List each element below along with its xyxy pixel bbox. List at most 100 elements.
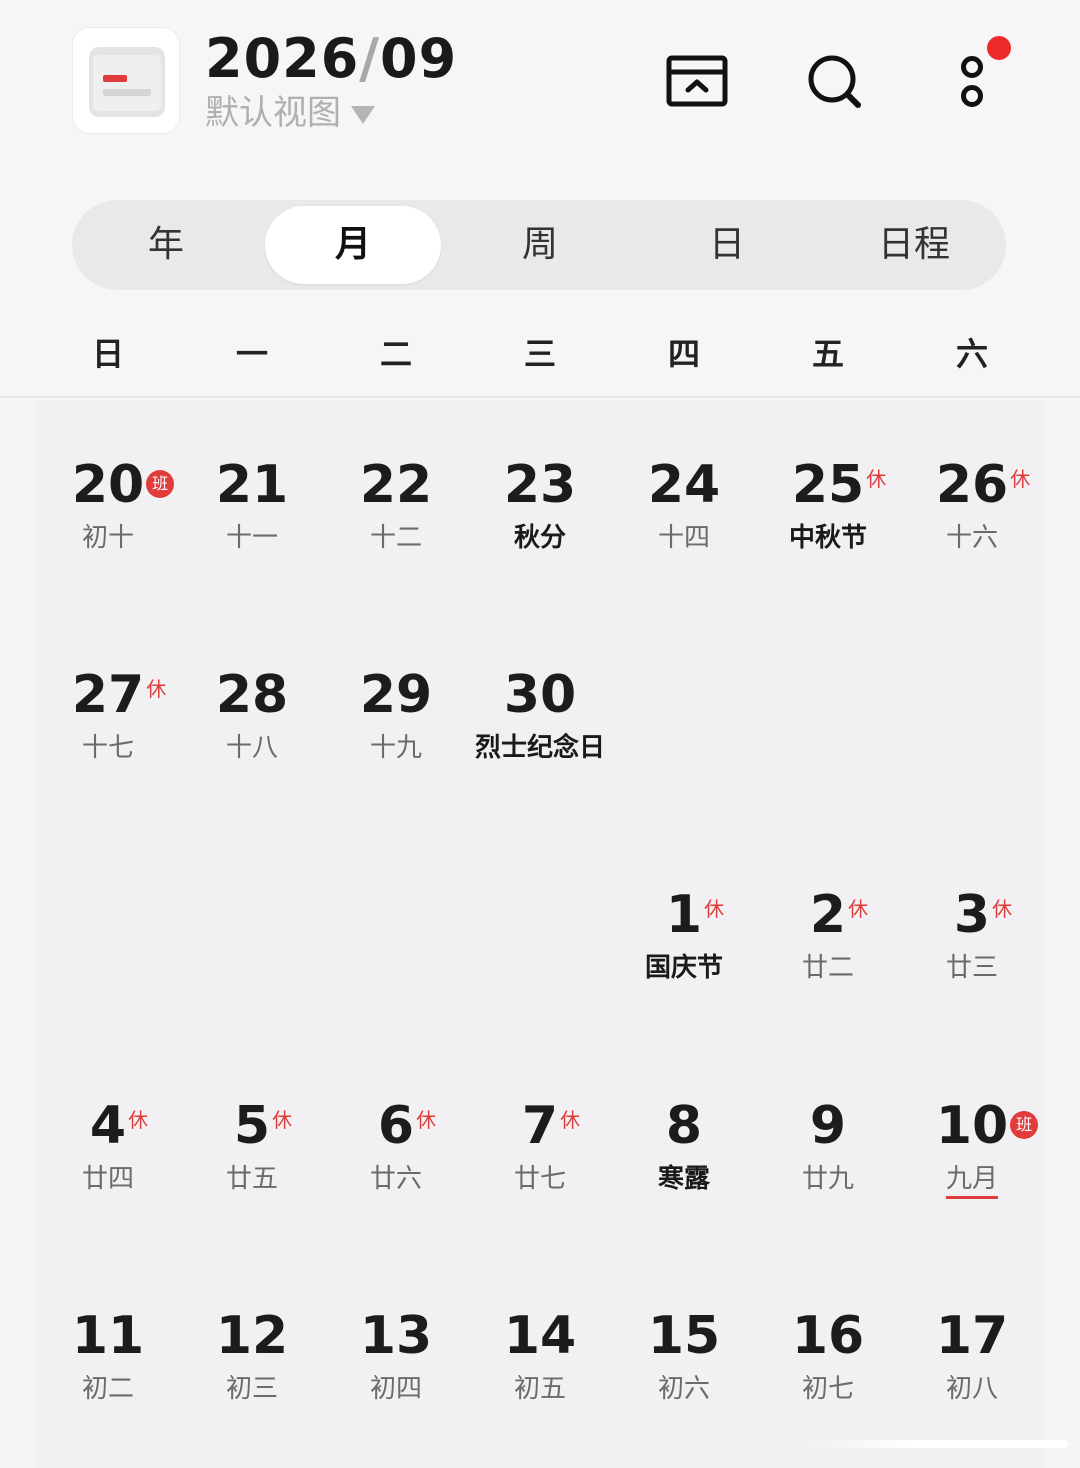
lunar-label: 烈士纪念日 xyxy=(474,733,605,763)
day-number: 7 xyxy=(521,1096,559,1156)
app-logo[interactable] xyxy=(72,27,180,134)
month-grid: 20 班初十 21 十一 22 十二 23 秋分 24 十四 25 休中秋节 26 休十六 27 休十七 28 十… xyxy=(36,400,1044,1468)
day-number: 15 xyxy=(647,1306,721,1366)
day-number: 8 xyxy=(665,1096,703,1156)
day-cell[interactable]: 24 十四 xyxy=(612,400,756,600)
day-cell[interactable]: 15 初六 xyxy=(612,1251,756,1451)
day-cell[interactable]: 22 十二 xyxy=(324,400,468,600)
weekday-label: 一 xyxy=(235,335,268,373)
lunar-label: 十六 xyxy=(945,523,998,553)
day-cell[interactable]: 7 休廿七 xyxy=(468,1041,612,1241)
notification-dot xyxy=(987,36,1011,60)
weekday-label: 二 xyxy=(379,335,412,373)
lunar-label: 廿六 xyxy=(369,1164,422,1194)
day-cell[interactable]: 29 十九 xyxy=(324,610,468,810)
tab-year[interactable]: 年 xyxy=(78,206,254,284)
day-number: 29 xyxy=(359,665,433,725)
day-cell[interactable]: 1 休国庆节 xyxy=(612,830,756,1030)
view-selector-label: 默认视图 xyxy=(205,93,341,133)
holiday-badge: 休 xyxy=(704,897,725,921)
weekday-label: 四 xyxy=(667,335,700,373)
day-cell[interactable]: 21 十一 xyxy=(180,400,324,600)
day-number: 5 xyxy=(233,1096,271,1156)
day-cell[interactable]: 17 初八 xyxy=(900,1251,1044,1451)
holiday-badge: 休 xyxy=(1010,467,1031,491)
lunar-label: 廿三 xyxy=(945,953,998,983)
day-number: 2 xyxy=(809,885,847,945)
day-cell[interactable]: 12 初三 xyxy=(180,1251,324,1451)
lunar-label: 初五 xyxy=(513,1374,566,1404)
lunar-label: 初七 xyxy=(801,1374,854,1404)
caret-down-icon xyxy=(351,106,375,124)
day-number: 1 xyxy=(665,885,703,945)
day-cell[interactable]: 11 初二 xyxy=(36,1251,180,1451)
day-number: 30 xyxy=(503,665,577,725)
holiday-badge: 休 xyxy=(272,1108,293,1132)
view-selector[interactable]: 默认视图 xyxy=(205,92,375,134)
lunar-label: 十一 xyxy=(225,523,278,553)
weekday-label: 日 xyxy=(91,335,124,373)
day-number: 21 xyxy=(215,455,289,515)
tab-schedule[interactable]: 日程 xyxy=(826,206,1002,284)
tab-month[interactable]: 月 xyxy=(265,206,441,284)
workday-badge: 班 xyxy=(1010,1111,1039,1139)
holiday-badge: 休 xyxy=(866,467,887,491)
day-number: 22 xyxy=(359,455,433,515)
month-title[interactable]: 2026/09 xyxy=(205,26,457,92)
day-cell[interactable]: 4 休廿四 xyxy=(36,1041,180,1241)
app-header: 2026/09 默认视图 年 月 周 日 日程 日 一 二 三 四 五 六 xyxy=(0,0,1080,398)
day-cell[interactable]: 16 初七 xyxy=(756,1251,900,1451)
day-number: 27 xyxy=(71,665,145,725)
day-cell[interactable]: 25 休中秋节 xyxy=(756,400,900,600)
holiday-badge: 休 xyxy=(992,897,1013,921)
lunar-label: 初三 xyxy=(225,1374,278,1404)
day-cell[interactable]: 13 初四 xyxy=(324,1251,468,1451)
lunar-label: 十七 xyxy=(81,733,134,763)
day-cell[interactable]: 2 休廿二 xyxy=(756,830,900,1030)
day-cell[interactable]: 14 初五 xyxy=(468,1251,612,1451)
day-number: 16 xyxy=(791,1306,865,1366)
search-icon[interactable] xyxy=(794,42,874,122)
day-cell[interactable]: 20 班初十 xyxy=(36,400,180,600)
lunar-label: 十九 xyxy=(369,733,422,763)
weekday-label: 三 xyxy=(523,335,556,373)
day-number: 25 xyxy=(791,455,865,515)
lunar-label: 国庆节 xyxy=(644,953,723,983)
day-cell[interactable]: 30 烈士纪念日 xyxy=(468,610,612,810)
day-number: 12 xyxy=(215,1306,289,1366)
holiday-badge: 休 xyxy=(146,677,167,701)
lunar-label: 九月 xyxy=(945,1164,998,1199)
day-cell[interactable]: 3 休廿三 xyxy=(900,830,1044,1030)
day-number: 20 xyxy=(71,455,145,515)
today-card-icon[interactable] xyxy=(657,42,737,122)
lunar-label: 初二 xyxy=(81,1374,134,1404)
day-number: 6 xyxy=(377,1096,415,1156)
day-number: 17 xyxy=(935,1306,1009,1366)
tab-day[interactable]: 日 xyxy=(639,206,815,284)
holiday-badge: 休 xyxy=(560,1108,581,1132)
view-tabs: 年 月 周 日 日程 xyxy=(72,200,1006,290)
lunar-label: 秋分 xyxy=(513,523,566,553)
day-cell[interactable]: 8 寒露 xyxy=(612,1041,756,1241)
weekday-header: 日 一 二 三 四 五 六 xyxy=(36,326,1044,382)
tab-week[interactable]: 周 xyxy=(452,206,628,284)
day-cell[interactable]: 27 休十七 xyxy=(36,610,180,810)
day-cell[interactable]: 9 廿九 xyxy=(756,1041,900,1241)
day-number: 13 xyxy=(359,1306,433,1366)
day-cell[interactable]: 23 秋分 xyxy=(468,400,612,600)
holiday-badge: 休 xyxy=(416,1108,437,1132)
day-number: 23 xyxy=(503,455,577,515)
day-cell[interactable]: 10 班九月 xyxy=(900,1041,1044,1241)
day-number: 10 xyxy=(935,1096,1009,1156)
day-cell[interactable]: 26 休十六 xyxy=(900,400,1044,600)
lunar-label: 寒露 xyxy=(657,1164,710,1194)
day-number: 24 xyxy=(647,455,721,515)
day-number: 4 xyxy=(89,1096,127,1156)
day-cell[interactable]: 5 休廿五 xyxy=(180,1041,324,1241)
day-cell[interactable]: 28 十八 xyxy=(180,610,324,810)
lunar-label: 初六 xyxy=(657,1374,710,1404)
lunar-label: 廿二 xyxy=(801,953,854,983)
day-number: 26 xyxy=(935,455,1009,515)
day-cell[interactable]: 6 休廿六 xyxy=(324,1041,468,1241)
home-indicator xyxy=(808,1440,1068,1448)
